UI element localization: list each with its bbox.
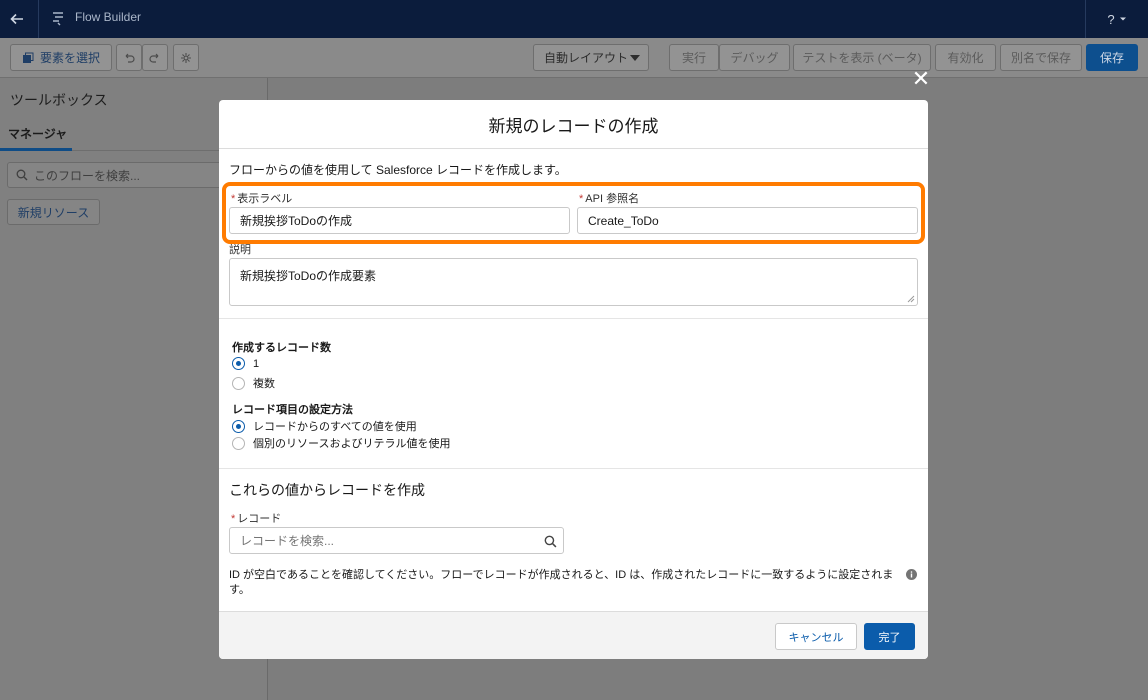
record-field-text: レコード — [237, 513, 282, 525]
debug-button[interactable]: デバッグ — [719, 44, 790, 71]
record-search-input[interactable]: レコードを検索... — [229, 527, 564, 554]
description-value: 新規挨拶ToDoの作成要素 — [240, 269, 377, 283]
help-menu-button[interactable]: ? — [1086, 0, 1148, 38]
caret-down-icon — [630, 55, 640, 61]
toolbox-title: ツールボックス — [10, 92, 108, 108]
view-test-label: テストを表示 (ベータ) — [802, 51, 922, 65]
redo-button[interactable] — [142, 44, 168, 71]
gear-icon — [181, 52, 191, 63]
debug-label: デバッグ — [730, 51, 779, 65]
divider — [38, 0, 39, 38]
description-textarea[interactable]: 新規挨拶ToDoの作成要素 — [229, 258, 918, 306]
close-icon[interactable]: ✕ — [910, 68, 932, 90]
record-count-option-multiple[interactable]: 複数 — [232, 375, 275, 391]
radio-button[interactable] — [232, 436, 245, 450]
undo-button[interactable] — [116, 44, 142, 71]
radio-button[interactable] — [232, 357, 245, 370]
field-method-option-all[interactable]: レコードからのすべての値を使用 — [232, 418, 417, 434]
radio-label: 1 — [253, 357, 260, 370]
field-method-option-individual[interactable]: 個別のリソースおよびリテラル値を使用 — [232, 435, 450, 451]
save-label: 保存 — [1099, 51, 1124, 65]
help-label: ? — [1107, 11, 1115, 27]
redo-icon — [149, 53, 159, 63]
run-label: 実行 — [681, 51, 706, 65]
divider — [219, 468, 928, 469]
info-icon — [906, 569, 917, 580]
modal-footer: キャンセル 完了 — [219, 611, 928, 659]
activate-button[interactable]: 有効化 — [935, 44, 996, 71]
new-resource-button[interactable]: 新規リソース — [7, 199, 100, 225]
save-as-label: 別名で保存 — [1010, 51, 1071, 65]
run-button[interactable]: 実行 — [669, 44, 719, 71]
radio-label: 複数 — [253, 378, 275, 390]
flow-icon — [53, 12, 63, 26]
create-section-title: これらの値からレコードを作成 — [229, 482, 425, 498]
activate-label: 有効化 — [947, 51, 984, 65]
layout-label: 自動レイアウト — [544, 51, 629, 65]
select-elements-button[interactable]: 要素を選択 — [10, 44, 112, 71]
radio-label: 個別のリソースおよびリテラル値を使用 — [253, 438, 451, 450]
id-info-text: ID が空白であることを確認してください。フローでレコードが作成されると、ID … — [229, 569, 894, 596]
radio-label: レコードからのすべての値を使用 — [253, 421, 417, 433]
divider — [219, 318, 928, 319]
field-method-title: レコード項目の設定方法 — [232, 404, 353, 416]
modal-description: フローからの値を使用して Salesforce レコードを作成します。 — [229, 163, 567, 177]
radio-button[interactable] — [232, 419, 245, 433]
cancel-button[interactable]: キャンセル — [775, 623, 857, 650]
record-count-title: 作成するレコード数 — [232, 342, 331, 354]
flow-search-input[interactable]: このフローを検索... — [7, 162, 237, 188]
chevron-down-icon — [1119, 17, 1126, 21]
select-icon — [22, 52, 34, 63]
undo-icon — [125, 53, 135, 63]
search-icon — [544, 535, 557, 548]
record-count-option-1[interactable]: 1 — [232, 357, 259, 370]
save-button[interactable]: 保存 — [1086, 44, 1138, 71]
tab-manager[interactable]: マネージャ — [0, 118, 72, 151]
record-search-placeholder: レコードを検索... — [240, 534, 335, 548]
resize-handle-icon[interactable] — [907, 295, 915, 303]
done-button[interactable]: 完了 — [864, 623, 915, 650]
flow-search-placeholder: このフローを検索... — [34, 168, 141, 183]
arrow-left-icon — [10, 13, 23, 25]
radio-button[interactable] — [232, 376, 245, 390]
toolbar: 要素を選択 自動レイアウト 実行 デバッグ テストを表示 (ベータ) 有効化 別… — [0, 38, 1148, 78]
app-title: Flow Builder — [75, 10, 142, 24]
settings-button[interactable] — [173, 44, 199, 71]
search-icon — [16, 169, 28, 181]
back-button[interactable] — [0, 0, 34, 38]
view-test-button[interactable]: テストを表示 (ベータ) — [793, 44, 931, 71]
app-header: Flow Builder ? — [0, 0, 1148, 38]
layout-dropdown[interactable]: 自動レイアウト — [533, 44, 649, 71]
modal-title: 新規のレコードの作成 — [219, 100, 928, 149]
save-as-button[interactable]: 別名で保存 — [1000, 44, 1082, 71]
highlight-box — [222, 182, 925, 244]
select-elements-label: 要素を選択 — [39, 51, 100, 65]
record-field-label: * レコード — [231, 513, 282, 525]
